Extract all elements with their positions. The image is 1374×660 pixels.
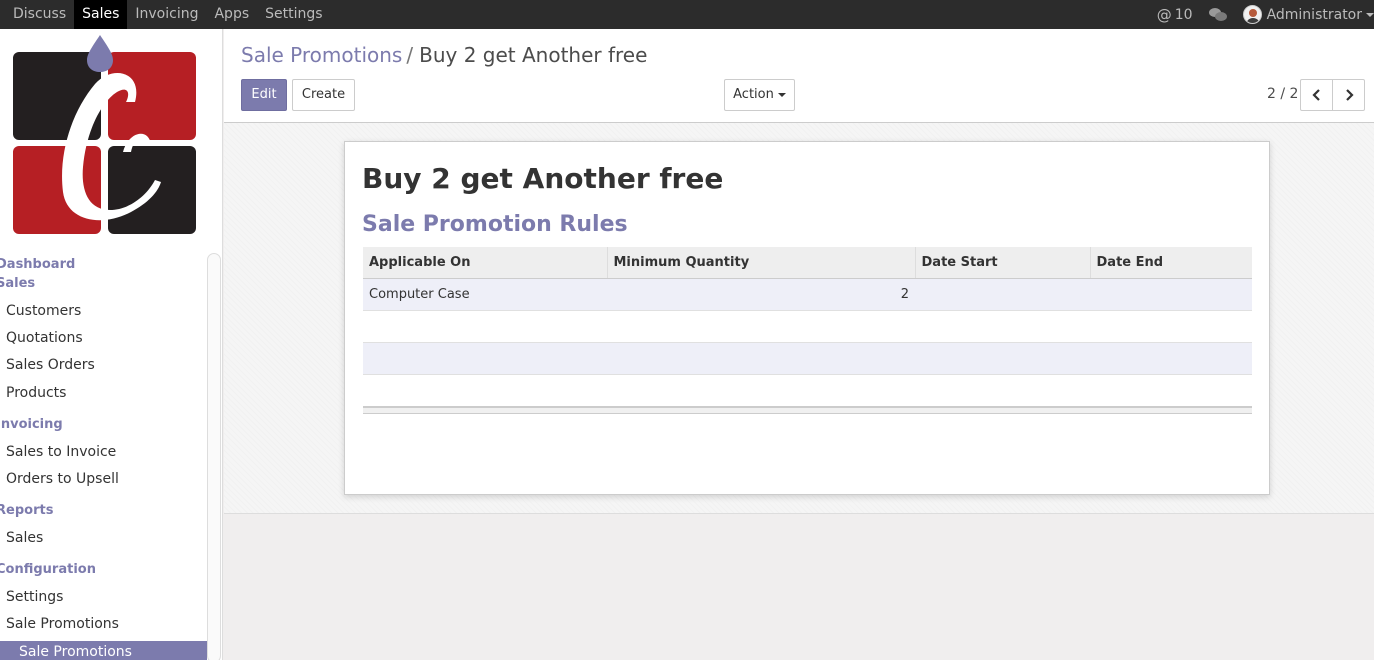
sidebar-scrollbar[interactable] <box>207 253 221 660</box>
breadcrumb-separator: / <box>406 43 414 67</box>
chevron-down-icon <box>777 92 786 97</box>
pager-previous-button[interactable] <box>1300 79 1333 111</box>
action-label: Action <box>733 87 774 102</box>
at-icon: @ <box>1156 5 1172 24</box>
top-navbar: Discuss Sales Invoicing Apps Settings @ … <box>0 0 1374 29</box>
menu-sales[interactable]: Sales <box>74 0 128 29</box>
menu-settings[interactable]: Settings <box>257 0 330 29</box>
sidebar-item-products[interactable]: Products <box>6 385 66 401</box>
cell-applicable-on: Computer Case <box>363 278 607 311</box>
empty-row <box>363 342 1252 375</box>
sidebar-item-settings[interactable]: Settings <box>6 589 63 605</box>
sidebar-section-sales[interactable]: Sales <box>0 276 35 291</box>
sidebar-section-configuration[interactable]: Configuration <box>0 562 96 577</box>
sidebar-item-customers[interactable]: Customers <box>6 303 81 319</box>
sidebar-item-sales-to-invoice[interactable]: Sales to Invoice <box>6 444 116 460</box>
sidebar-item-quotations[interactable]: Quotations <box>6 330 83 346</box>
company-logo <box>13 35 196 234</box>
avatar <box>1242 5 1262 24</box>
chevron-left-icon <box>1311 89 1320 101</box>
sidebar-section-reports[interactable]: Reports <box>0 503 53 518</box>
sidebar-section-dashboard[interactable]: Dashboard <box>0 257 75 272</box>
user-name: Administrator <box>1266 6 1362 23</box>
sidebar: Dashboard Sales Customers Quotations Sal… <box>0 29 223 660</box>
chat-button[interactable] <box>1208 0 1227 29</box>
sidebar-item-sale-promotions-active[interactable]: Sale Promotions <box>0 641 207 660</box>
column-header-applicable-on[interactable]: Applicable On <box>363 247 608 279</box>
column-header-date-start[interactable]: Date Start <box>915 247 1091 279</box>
mentions-count: 10 <box>1174 6 1193 23</box>
empty-row <box>363 374 1252 406</box>
sidebar-item-sale-promotions[interactable]: Sale Promotions <box>6 616 119 632</box>
form-view: Buy 2 get Another free Sale Promotion Ru… <box>224 123 1374 514</box>
section-title: Sale Promotion Rules <box>362 212 628 237</box>
breadcrumb: Sale Promotions / Buy 2 get Another free <box>241 43 647 67</box>
create-button[interactable]: Create <box>292 79 355 111</box>
sidebar-item-reports-sales[interactable]: Sales <box>6 530 43 546</box>
action-dropdown[interactable]: Action <box>724 79 795 111</box>
record-title: Buy 2 get Another free <box>362 162 724 195</box>
pager-next-button[interactable] <box>1332 79 1365 111</box>
table-header-row: Applicable On Minimum Quantity Date Star… <box>363 247 1252 279</box>
app-menu: Discuss Sales Invoicing Apps Settings <box>0 0 331 29</box>
menu-invoicing[interactable]: Invoicing <box>127 0 206 29</box>
control-panel: Sale Promotions / Buy 2 get Another free E… <box>224 29 1374 123</box>
user-menu[interactable]: Administrator <box>1242 0 1374 29</box>
column-header-minimum-quantity[interactable]: Minimum Quantity <box>607 247 916 279</box>
chevron-down-icon <box>1366 12 1374 17</box>
breadcrumb-current: Buy 2 get Another free <box>419 43 648 67</box>
breadcrumb-parent-link[interactable]: Sale Promotions <box>241 43 402 67</box>
sidebar-item-orders-to-upsell[interactable]: Orders to Upsell <box>6 471 119 487</box>
pager-value[interactable]: 2 / 2 <box>1267 86 1298 102</box>
chevron-right-icon <box>1345 89 1354 101</box>
sidebar-section-invoicing[interactable]: Invoicing <box>0 417 63 432</box>
cell-minimum-quantity: 2 <box>607 278 915 311</box>
menu-apps[interactable]: Apps <box>206 0 257 29</box>
table-row[interactable]: Computer Case 2 <box>363 278 1252 311</box>
cell-date-start <box>915 278 1090 311</box>
cell-date-end <box>1090 278 1252 311</box>
form-sheet: Buy 2 get Another free Sale Promotion Ru… <box>344 141 1270 495</box>
chat-icon <box>1208 8 1227 21</box>
promotion-rules-table: Applicable On Minimum Quantity Date Star… <box>363 247 1252 406</box>
table-footer <box>363 406 1252 414</box>
menu-discuss[interactable]: Discuss <box>0 0 74 29</box>
content-background <box>224 515 1374 660</box>
systray: @ 10 Administrator <box>1147 0 1374 29</box>
sidebar-item-sales-orders[interactable]: Sales Orders <box>6 357 95 373</box>
empty-row <box>363 310 1252 343</box>
edit-button[interactable]: Edit <box>241 79 287 111</box>
column-header-date-end[interactable]: Date End <box>1090 247 1252 279</box>
mentions-button[interactable]: @ 10 <box>1157 0 1193 29</box>
